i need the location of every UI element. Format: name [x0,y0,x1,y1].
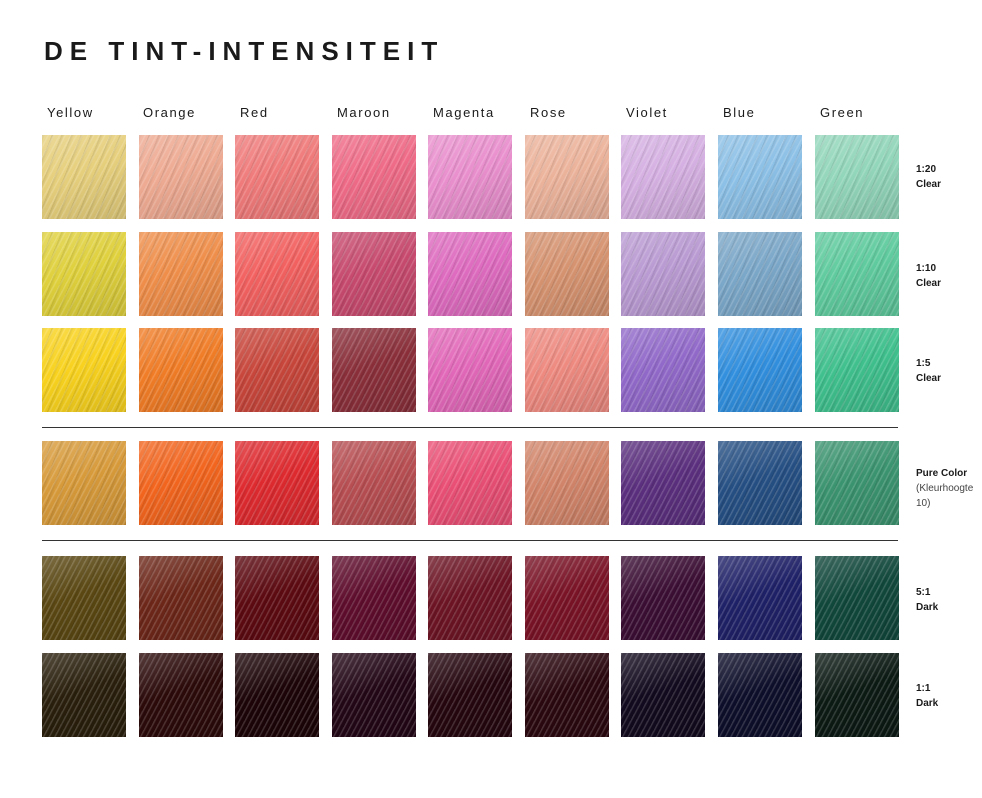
swatch-magenta-row-2 [428,232,512,316]
swatch-orange-row-1 [139,135,223,219]
column-header-rose: Rose [530,105,567,120]
swatch-magenta-row-6 [428,653,512,737]
swatch-blue-row-2 [718,232,802,316]
row-label-1-20-clear: 1:20 Clear [916,162,980,192]
swatch-rose-row-4 [525,441,609,525]
column-header-orange: Orange [143,105,196,120]
swatch-magenta-row-4 [428,441,512,525]
swatch-orange-row-4 [139,441,223,525]
swatch-magenta-row-3 [428,328,512,412]
row-label-subtitle: (Kleurhoogte 10) [916,483,974,509]
swatch-red-row-3 [235,328,319,412]
swatch-yellow-row-6 [42,653,126,737]
row-label-ratio: 1:1 [916,683,931,694]
swatch-red-row-2 [235,232,319,316]
swatch-red-row-5 [235,556,319,640]
swatch-maroon-row-3 [332,328,416,412]
row-label-5-1-dark: 5:1 Dark [916,585,980,615]
swatch-violet-row-1 [621,135,705,219]
column-header-yellow: Yellow [47,105,94,120]
row-label-ratio: 1:5 [916,358,931,369]
swatch-green-row-6 [815,653,899,737]
row-label-ratio: 1:20 [916,164,937,175]
swatch-maroon-row-1 [332,135,416,219]
swatch-violet-row-4 [621,441,705,525]
column-header-maroon: Maroon [337,105,391,120]
swatch-green-row-2 [815,232,899,316]
swatch-green-row-4 [815,441,899,525]
swatch-violet-row-6 [621,653,705,737]
swatch-yellow-row-2 [42,232,126,316]
swatch-violet-row-2 [621,232,705,316]
swatch-yellow-row-3 [42,328,126,412]
row-label-type: Clear [916,179,942,190]
swatch-orange-row-2 [139,232,223,316]
row-label-ratio: Pure Color [916,468,968,479]
swatch-red-row-1 [235,135,319,219]
column-header-violet: Violet [626,105,668,120]
swatch-green-row-1 [815,135,899,219]
swatch-orange-row-3 [139,328,223,412]
swatch-blue-row-4 [718,441,802,525]
row-label-1-1-dark: 1:1 Dark [916,681,980,711]
swatch-orange-row-6 [139,653,223,737]
swatch-rose-row-1 [525,135,609,219]
swatch-yellow-row-4 [42,441,126,525]
swatch-blue-row-1 [718,135,802,219]
divider-bottom [42,540,898,541]
row-label-pure-color: Pure Color (Kleurhoogte 10) [916,466,980,511]
swatch-rose-row-6 [525,653,609,737]
column-header-magenta: Magenta [433,105,495,120]
swatch-rose-row-2 [525,232,609,316]
swatch-green-row-5 [815,556,899,640]
column-header-blue: Blue [723,105,756,120]
swatch-maroon-row-2 [332,232,416,316]
column-header-green: Green [820,105,865,120]
swatch-red-row-4 [235,441,319,525]
swatch-yellow-row-5 [42,556,126,640]
row-label-1-5-clear: 1:5 Clear [916,356,980,386]
divider-top [42,427,898,428]
swatch-maroon-row-6 [332,653,416,737]
swatch-green-row-3 [815,328,899,412]
row-label-ratio: 1:10 [916,263,937,274]
swatch-rose-row-5 [525,556,609,640]
row-label-type: Dark [916,602,939,613]
swatch-magenta-row-1 [428,135,512,219]
row-label-type: Clear [916,373,942,384]
column-header-red: Red [240,105,269,120]
swatch-blue-row-5 [718,556,802,640]
page-title: DE TINT-INTENSITEIT [44,36,445,66]
swatch-orange-row-5 [139,556,223,640]
swatch-rose-row-3 [525,328,609,412]
row-label-1-10-clear: 1:10 Clear [916,261,980,291]
swatch-blue-row-3 [718,328,802,412]
swatch-red-row-6 [235,653,319,737]
swatch-magenta-row-5 [428,556,512,640]
row-label-type: Dark [916,698,939,709]
swatch-yellow-row-1 [42,135,126,219]
swatch-maroon-row-4 [332,441,416,525]
swatch-blue-row-6 [718,653,802,737]
row-label-ratio: 5:1 [916,587,931,598]
swatch-maroon-row-5 [332,556,416,640]
swatch-violet-row-3 [621,328,705,412]
row-label-type: Clear [916,278,942,289]
swatch-violet-row-5 [621,556,705,640]
